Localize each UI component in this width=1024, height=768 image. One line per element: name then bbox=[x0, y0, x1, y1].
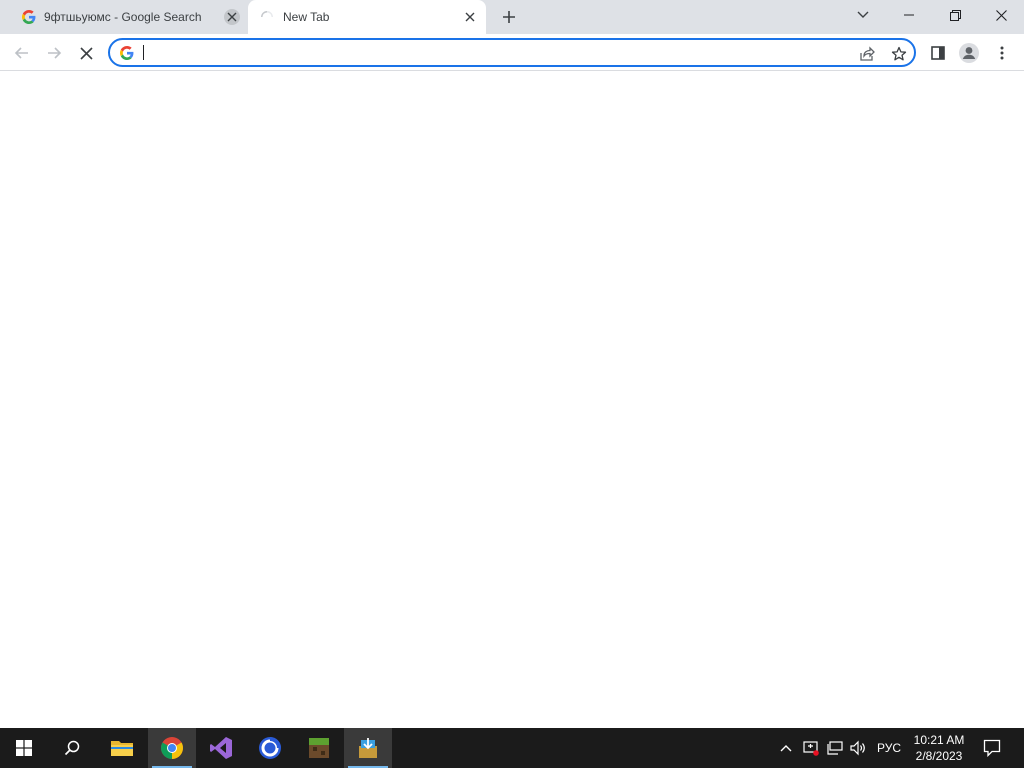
page-content bbox=[0, 71, 1024, 728]
tray-volume-button[interactable] bbox=[847, 728, 869, 768]
taskbar-visual-studio[interactable] bbox=[197, 728, 245, 768]
google-g-icon bbox=[22, 10, 36, 24]
volume-icon bbox=[850, 740, 865, 756]
restore-icon bbox=[949, 9, 961, 21]
chrome-menu-button[interactable] bbox=[988, 39, 1016, 67]
clock-time: 10:21 AM bbox=[913, 733, 965, 747]
action-center-button[interactable] bbox=[978, 728, 1006, 768]
input-language-indicator[interactable]: РУС bbox=[870, 728, 908, 768]
chrome-icon bbox=[161, 737, 183, 759]
minimize-button[interactable] bbox=[886, 0, 932, 30]
taskbar-app-ring[interactable] bbox=[246, 728, 294, 768]
close-icon bbox=[995, 9, 1007, 21]
close-icon bbox=[227, 12, 237, 22]
avatar-icon bbox=[959, 43, 979, 63]
chevron-down-icon bbox=[857, 11, 869, 18]
google-g-icon bbox=[120, 46, 134, 60]
side-panel-button[interactable] bbox=[924, 39, 952, 67]
tab-google-search[interactable]: 9фтшьуюмс - Google Search bbox=[8, 0, 244, 34]
clock-date: 2/8/2023 bbox=[915, 749, 963, 763]
taskbar-file-explorer[interactable] bbox=[98, 728, 146, 768]
notification-icon bbox=[983, 739, 1001, 757]
tray-network-button[interactable] bbox=[824, 728, 846, 768]
taskbar-search-button[interactable] bbox=[48, 728, 96, 768]
plus-icon bbox=[503, 11, 515, 23]
browser-toolbar bbox=[0, 34, 1024, 71]
visual-studio-icon bbox=[210, 737, 232, 759]
chevron-up-icon bbox=[780, 745, 792, 752]
close-icon bbox=[465, 12, 475, 22]
side-panel-icon bbox=[931, 46, 945, 60]
back-button[interactable] bbox=[8, 39, 36, 67]
tab-search-button[interactable] bbox=[840, 0, 886, 30]
stop-loading-button[interactable] bbox=[72, 39, 100, 67]
bookmark-button[interactable] bbox=[889, 44, 909, 64]
new-tab-button[interactable] bbox=[497, 5, 521, 29]
star-icon bbox=[891, 46, 907, 61]
installer-icon bbox=[359, 738, 377, 758]
share-icon bbox=[860, 46, 875, 61]
tray-security-icon-button[interactable] bbox=[800, 728, 822, 768]
file-explorer-icon bbox=[111, 741, 133, 756]
show-hidden-icons-button[interactable] bbox=[776, 728, 796, 768]
taskbar-clock[interactable]: 10:21 AM 2/8/2023 bbox=[908, 728, 970, 768]
arrow-left-icon bbox=[14, 47, 28, 59]
tab-title: New Tab bbox=[283, 10, 330, 24]
start-button[interactable] bbox=[0, 728, 48, 768]
share-button[interactable] bbox=[857, 44, 877, 64]
tab-close-button[interactable] bbox=[224, 9, 240, 25]
search-icon bbox=[64, 740, 80, 756]
tab-strip: 9фтшьуюмс - Google Search New Tab bbox=[0, 0, 1024, 34]
forward-button[interactable] bbox=[40, 39, 68, 67]
windows-start-icon bbox=[16, 740, 32, 756]
taskbar-minecraft[interactable] bbox=[295, 728, 343, 768]
kebab-menu-icon bbox=[1000, 46, 1004, 60]
profile-button[interactable] bbox=[955, 39, 983, 67]
tab-new-tab[interactable]: New Tab bbox=[248, 0, 486, 34]
address-bar[interactable] bbox=[108, 38, 916, 67]
taskbar-chrome[interactable] bbox=[148, 728, 196, 768]
app-ring-icon bbox=[259, 737, 281, 759]
arrow-right-icon bbox=[48, 47, 62, 59]
security-center-icon bbox=[803, 741, 819, 756]
tab-close-button[interactable] bbox=[462, 9, 478, 25]
taskbar-installer[interactable] bbox=[344, 728, 392, 768]
windows-taskbar: РУС 10:21 AM 2/8/2023 bbox=[0, 728, 1024, 768]
minimize-icon bbox=[904, 14, 914, 16]
minecraft-icon bbox=[309, 738, 329, 758]
language-label: РУС bbox=[876, 741, 902, 755]
close-icon bbox=[79, 46, 93, 60]
network-icon bbox=[827, 741, 843, 755]
loading-spinner-icon bbox=[261, 11, 273, 18]
close-window-button[interactable] bbox=[978, 0, 1024, 30]
address-input[interactable] bbox=[143, 42, 843, 63]
restore-button[interactable] bbox=[932, 0, 978, 30]
tab-title: 9фтшьуюмс - Google Search bbox=[44, 10, 202, 24]
